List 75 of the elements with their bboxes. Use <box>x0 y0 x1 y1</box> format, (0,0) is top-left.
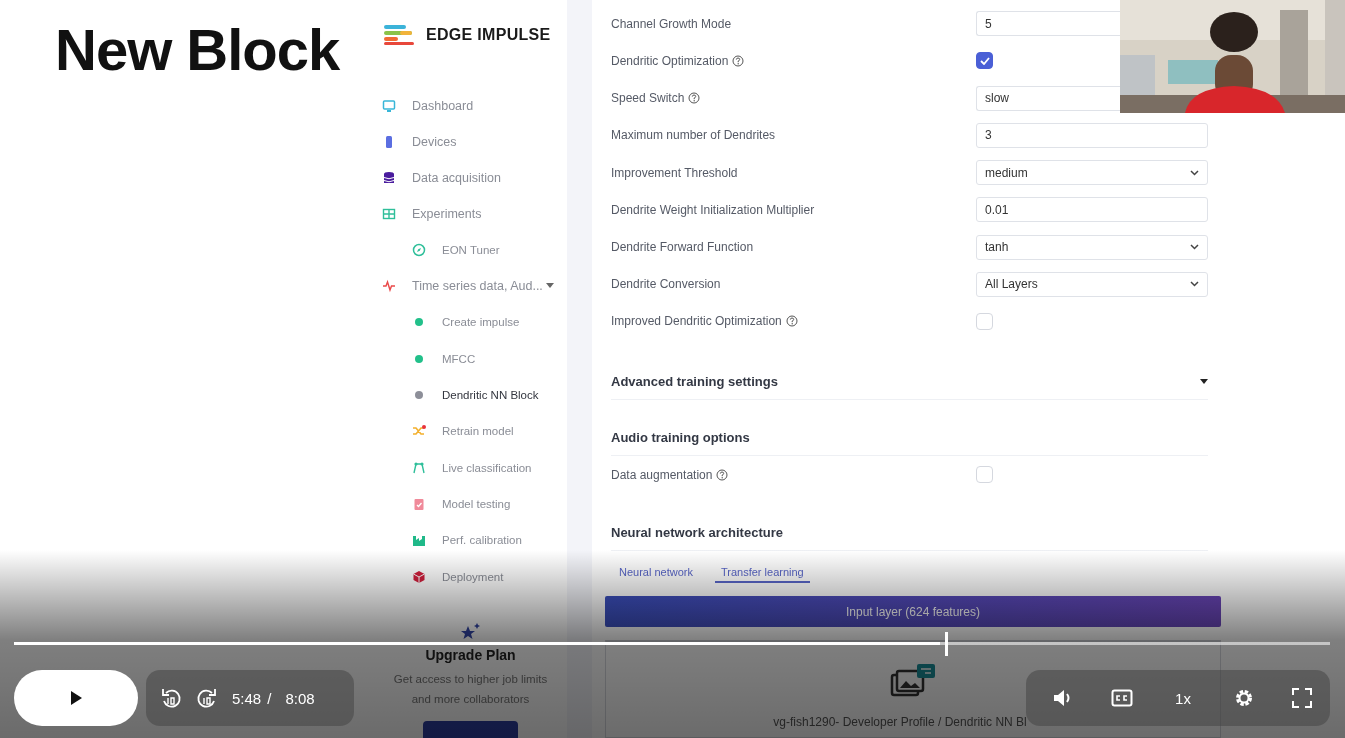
sidebar-item[interactable]: Dendritic NN Block <box>382 376 567 414</box>
field-label: Maximum number of Dendrites <box>611 128 776 143</box>
dropdown[interactable]: medium <box>976 160 1208 186</box>
progress-handle[interactable] <box>945 632 949 656</box>
sidebar-item[interactable]: MFCC <box>382 340 567 377</box>
input-field[interactable]: slow <box>976 85 1120 111</box>
time-separator: / <box>267 689 272 707</box>
block-text: vg-fish1290- Developer Profile / Dendritic NN Bl <box>773 714 1027 729</box>
sidebar-item[interactable]: Devices <box>382 124 567 160</box>
field-label: Dendrite Weight Initialization Multiplier <box>611 202 815 217</box>
sidebar-item[interactable]: Perf. calibration <box>382 522 567 559</box>
sidebar-item[interactable]: Live classification <box>382 449 567 486</box>
fullscreen-icon[interactable] <box>1291 688 1312 708</box>
input-field[interactable]: 0.01 <box>976 197 1208 223</box>
sidebar-item[interactable]: Dashboard <box>382 88 567 124</box>
field-label: Channel Growth Mode <box>611 16 732 31</box>
compass-icon <box>412 243 426 258</box>
forward-icon[interactable] <box>196 687 218 709</box>
sidebar-item[interactable]: Model testing <box>382 485 567 523</box>
section-title: Audio training options <box>611 430 750 446</box>
duration: 8:08 <box>285 689 315 707</box>
checkbox[interactable] <box>976 52 993 70</box>
monitor-icon <box>382 99 396 113</box>
input-field[interactable]: 3 <box>976 122 1208 148</box>
dropdown[interactable]: tanh <box>976 234 1208 260</box>
current-time: 5:48 <box>232 689 262 707</box>
help-icon <box>688 92 701 105</box>
help-icon <box>716 468 729 481</box>
sidebar-item[interactable]: Time series data, Aud... <box>382 268 567 305</box>
tab[interactable]: Transfer learning <box>715 565 810 584</box>
tab[interactable]: Neural network <box>613 565 699 584</box>
cube-icon <box>412 569 426 584</box>
section-title: Neural network architecture <box>611 525 783 541</box>
section-title: Advanced training settings <box>611 374 778 390</box>
sidebar-item[interactable]: EON Tuner <box>382 232 567 269</box>
chevron-icon <box>1190 244 1199 250</box>
field-label: Dendrite Conversion <box>611 277 721 292</box>
play-icon <box>69 690 83 706</box>
captions-icon[interactable] <box>1110 689 1133 707</box>
database-icon <box>382 171 396 185</box>
images-icon <box>889 662 937 699</box>
video-title: New Block <box>55 16 341 83</box>
help-icon <box>732 54 745 67</box>
caret-icon[interactable] <box>1200 379 1208 385</box>
input-field[interactable]: 5 <box>976 11 1120 37</box>
nodes-icon <box>412 460 426 475</box>
sidebar-item[interactable]: Deployment <box>382 558 567 595</box>
play-button[interactable] <box>14 670 138 726</box>
pulse-icon <box>382 279 396 294</box>
logo-icon <box>382 24 416 46</box>
sidebar-item[interactable]: Data acquisition <box>382 160 567 196</box>
chevron-icon <box>1190 281 1199 288</box>
sidebar-item[interactable]: Experiments <box>382 196 567 232</box>
field-label: Dendritic Optimization <box>611 53 729 68</box>
clipboard-icon <box>412 496 426 511</box>
field-label: Speed Switch <box>611 91 685 106</box>
speed-button[interactable]: 1x <box>1169 688 1197 708</box>
dropdown[interactable]: All Layers <box>976 271 1208 297</box>
field-label: Improved Dendritic Optimization <box>611 314 782 329</box>
bar-chart-icon <box>412 533 426 548</box>
field-label: Dendrite Forward Function <box>611 240 754 254</box>
sidebar-item[interactable]: Create impulse <box>382 304 567 341</box>
brand-name: EDGE IMPULSE <box>426 26 551 44</box>
help-icon <box>785 315 798 328</box>
field-label: Improvement Threshold <box>611 165 738 180</box>
table-icon <box>382 207 396 221</box>
upgrade-text: Get access to higher job limits and more collaborators <box>392 671 549 707</box>
caret-icon <box>545 283 554 290</box>
rewind-icon[interactable] <box>160 687 182 709</box>
check-icon <box>979 56 990 65</box>
field-label: Data augmentation <box>611 467 713 482</box>
chevron-icon <box>1190 169 1199 176</box>
upgrade-title: Upgrade Plan <box>425 646 516 663</box>
input-layer-bar: Input layer (624 features) <box>605 596 1221 627</box>
sidebar-item[interactable]: Retrain model <box>382 413 567 450</box>
